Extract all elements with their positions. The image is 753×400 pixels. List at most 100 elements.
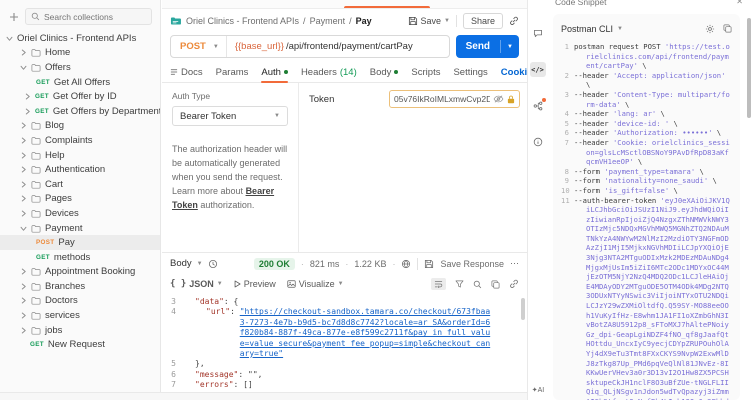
send-button[interactable]: Send ▼: [456, 35, 519, 58]
chevron-down-icon[interactable]: [20, 225, 27, 232]
sidebar-item-branches[interactable]: Branches: [0, 279, 160, 294]
chevron-right-icon[interactable]: [20, 327, 27, 334]
response-scrollbar[interactable]: [521, 298, 525, 320]
tab-body[interactable]: Body: [370, 62, 399, 82]
snippet-settings-icon[interactable]: [705, 24, 715, 34]
tab-settings[interactable]: Settings: [453, 62, 487, 82]
sidebar-item-pages[interactable]: Pages: [0, 192, 160, 207]
response-history-icon[interactable]: [208, 259, 218, 269]
sidebar-item-oriel-clinics-frontend-apis[interactable]: Oriel Clinics - Frontend APIs: [0, 31, 160, 46]
search-input[interactable]: [44, 12, 146, 22]
response-link-icon[interactable]: [509, 279, 519, 289]
tab-headers[interactable]: Headers(14): [301, 62, 357, 82]
search-response-icon[interactable]: [473, 280, 482, 289]
chevron-right-icon[interactable]: [20, 166, 27, 173]
sidebar-item-offers[interactable]: Offers: [0, 60, 160, 75]
search-collections-box[interactable]: [25, 8, 152, 25]
new-collection-button[interactable]: [9, 12, 19, 22]
chevron-right-icon[interactable]: [20, 49, 27, 56]
line-number: 8: [561, 167, 574, 177]
response-body-selector[interactable]: Body: [170, 258, 192, 269]
share-button[interactable]: Share: [463, 13, 503, 29]
sidebar-item-new-request[interactable]: GETNew Request: [0, 337, 160, 352]
chevron-right-icon[interactable]: [20, 283, 27, 290]
ai-assistant-button[interactable]: ✦AI: [528, 386, 548, 394]
tab-scripts[interactable]: Scripts: [411, 62, 440, 82]
sidebar-item-help[interactable]: Help: [0, 148, 160, 163]
copy-response-icon[interactable]: [491, 280, 500, 289]
save-button[interactable]: Save ▼: [408, 16, 450, 26]
breadcrumb-segment[interactable]: Pay: [356, 16, 372, 26]
hide-token-icon[interactable]: [493, 95, 504, 103]
chevron-right-icon[interactable]: [20, 152, 27, 159]
related-requests-button[interactable]: [530, 98, 546, 113]
folder-icon: [31, 121, 41, 130]
copy-link-icon[interactable]: [509, 16, 519, 26]
line-number: 5: [162, 359, 184, 369]
sidebar-item-doctors[interactable]: Doctors: [0, 294, 160, 309]
chevron-right-icon[interactable]: [20, 210, 27, 217]
tab-auth[interactable]: Auth: [261, 62, 288, 82]
response-format-select[interactable]: { }JSON▼: [170, 279, 223, 289]
breadcrumb-segment[interactable]: Oriel Clinics - Frontend APIs: [186, 16, 299, 26]
method-selector[interactable]: POST: [171, 41, 213, 52]
send-dropdown-caret[interactable]: ▼: [501, 44, 519, 50]
workspace-tab-strip[interactable]: [162, 0, 527, 9]
sidebar-item-devices[interactable]: Devices: [0, 206, 160, 221]
close-panel-icon[interactable]: ✕: [736, 0, 743, 6]
chevron-right-icon[interactable]: [20, 312, 27, 319]
sidebar-item-get-all-offers[interactable]: GETGet All Offers: [0, 75, 160, 90]
save-dropdown-caret[interactable]: ▼: [444, 18, 450, 24]
sidebar-item-complaints[interactable]: Complaints: [0, 133, 160, 148]
network-info-icon[interactable]: [401, 259, 411, 269]
url-input[interactable]: {{base_url}} /api/frontend/payment/cartP…: [226, 36, 413, 57]
wrap-lines-icon[interactable]: [431, 278, 446, 290]
auth-type-select[interactable]: Bearer Token▼: [172, 106, 288, 126]
save-response-button[interactable]: Save Response: [440, 259, 504, 269]
preview-button[interactable]: Preview: [234, 279, 276, 289]
json-line: 3"data": {: [162, 297, 527, 307]
sidebar-item-home[interactable]: Home: [0, 46, 160, 61]
sidebar-item-cart[interactable]: Cart: [0, 177, 160, 192]
sidebar-item-payment[interactable]: Payment: [0, 221, 160, 236]
sidebar-item-get-offer-by-id[interactable]: GETGet Offer by ID: [0, 89, 160, 104]
snippet-line: 8--form 'payment_type=tamara' \: [561, 167, 732, 177]
info-button[interactable]: [530, 134, 546, 149]
token-input[interactable]: 05v76IkRoIMLxmwCvp2Dc-w: [389, 90, 520, 108]
snippet-code[interactable]: 1postman request POST 'https://test.orie…: [561, 42, 732, 400]
chevron-down-icon[interactable]: [20, 64, 27, 71]
chevron-right-icon[interactable]: [24, 108, 31, 115]
comments-button[interactable]: [530, 26, 546, 41]
chevron-down-icon[interactable]: [6, 35, 13, 42]
tab-params[interactable]: Params: [216, 62, 249, 82]
snippet-language-select[interactable]: Postman CLI▼: [561, 24, 623, 34]
secret-lock-icon[interactable]: [507, 95, 515, 104]
checkout-url-link[interactable]: "https://checkout-sandbox.tamara.co/chec…: [240, 307, 492, 359]
breadcrumb-segment[interactable]: Payment: [310, 16, 346, 26]
chevron-right-icon[interactable]: [20, 268, 27, 275]
response-more-icon[interactable]: ⋯: [510, 258, 519, 269]
chevron-right-icon[interactable]: [20, 195, 27, 202]
snippet-copy-icon[interactable]: [723, 24, 732, 34]
code-snippet-button[interactable]: </>: [530, 62, 546, 77]
chevron-right-icon[interactable]: [24, 93, 31, 100]
sidebar-item-jobs[interactable]: jobs: [0, 323, 160, 338]
response-json-viewer[interactable]: 3"data": {4"url": "https://checkout-sand…: [162, 294, 527, 400]
sidebar-item-get-offers-by-department[interactable]: GETGet Offers by Department: [0, 104, 160, 119]
tab-docs[interactable]: Docs: [170, 62, 203, 82]
sidebar-item-services[interactable]: services: [0, 308, 160, 323]
method-caret[interactable]: ▼: [213, 44, 219, 50]
filter-icon[interactable]: [455, 280, 464, 288]
response-body-caret[interactable]: ▼: [197, 261, 203, 267]
chevron-right-icon[interactable]: [20, 122, 27, 129]
sidebar-item-pay[interactable]: POSTPay: [0, 235, 160, 250]
sidebar-item-methods[interactable]: GETmethods: [0, 250, 160, 265]
visualize-button[interactable]: Visualize▼: [287, 279, 344, 289]
chevron-right-icon[interactable]: [20, 181, 27, 188]
sidebar-item-blog[interactable]: Blog: [0, 119, 160, 134]
chevron-right-icon[interactable]: [20, 137, 27, 144]
snippet-scrollbar[interactable]: [747, 18, 751, 118]
sidebar-item-authentication[interactable]: Authentication: [0, 162, 160, 177]
chevron-right-icon[interactable]: [20, 297, 27, 304]
sidebar-item-appointment-booking[interactable]: Appointment Booking: [0, 265, 160, 280]
